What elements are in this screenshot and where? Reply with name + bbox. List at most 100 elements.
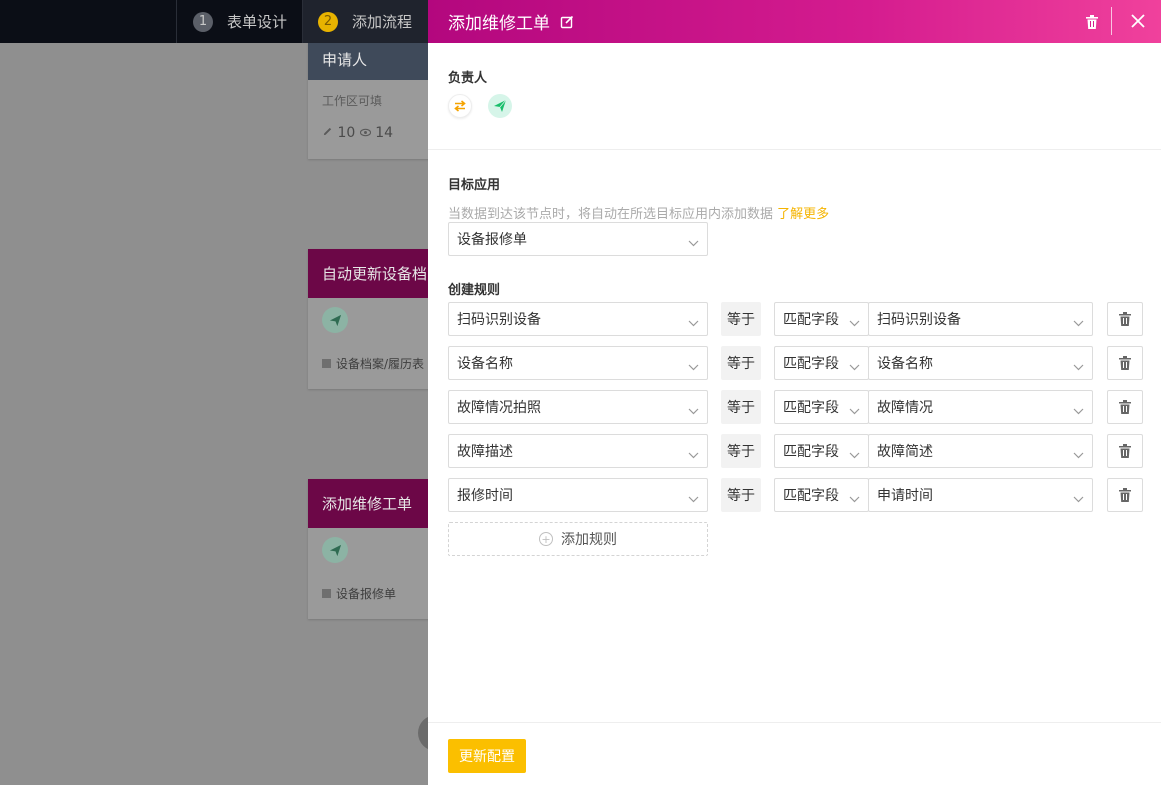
target-app-value: 设备报修单 xyxy=(457,232,527,248)
chevron-down-icon xyxy=(849,491,860,507)
chevron-down-icon xyxy=(1073,403,1084,419)
pencil-icon xyxy=(322,125,337,141)
rule-value-text: 扫码识别设备 xyxy=(877,312,961,328)
drawer-title: 添加维修工单 xyxy=(448,14,550,34)
rule-mode-select[interactable]: 匹配字段 xyxy=(774,434,869,468)
rule-field-value: 故障情况拍照 xyxy=(457,400,541,416)
rule-operator[interactable]: 等于 xyxy=(721,302,761,336)
chevron-down-icon xyxy=(849,447,860,463)
chevron-down-icon xyxy=(1073,359,1084,375)
node-footer-label: 设备报修单 xyxy=(336,587,397,601)
chevron-down-icon xyxy=(849,403,860,419)
rule-field-select[interactable]: 故障情况拍照 xyxy=(448,390,708,424)
rule-operator[interactable]: 等于 xyxy=(721,346,761,380)
chevron-down-icon xyxy=(1073,447,1084,463)
chevron-down-icon xyxy=(688,447,699,463)
rule-mode-value: 匹配字段 xyxy=(783,400,839,416)
node-stats: 10 14 xyxy=(322,125,424,141)
rule-value-select[interactable]: 申请时间 xyxy=(868,478,1093,512)
chevron-down-icon xyxy=(688,315,699,331)
node-title: 自动更新设备档 xyxy=(308,249,438,298)
close-icon[interactable] xyxy=(1130,13,1146,34)
delete-node-icon[interactable] xyxy=(1086,14,1098,34)
drawer-header: 添加维修工单 xyxy=(428,0,1161,43)
delete-rule-button[interactable] xyxy=(1107,346,1143,380)
rules-label: 创建规则 xyxy=(448,283,501,298)
rule-field-value: 故障描述 xyxy=(457,444,513,460)
table-icon xyxy=(322,359,331,368)
config-drawer: 添加维修工单 负责人 目标应用 当数据到达该节点时，将自动在所选目标应用内添加数… xyxy=(428,0,1161,785)
step-label: 表单设计 xyxy=(227,13,288,31)
trash-icon xyxy=(1119,312,1131,326)
target-label: 目标应用 xyxy=(448,178,501,193)
delete-rule-button[interactable] xyxy=(1107,302,1143,336)
edit-title-icon[interactable] xyxy=(560,15,574,29)
step-number: 1 xyxy=(193,11,213,32)
rule-operator[interactable]: 等于 xyxy=(721,478,761,512)
rule-field-select[interactable]: 故障描述 xyxy=(448,434,708,468)
swap-icon[interactable] xyxy=(448,94,472,118)
rule-field-value: 设备名称 xyxy=(457,356,513,372)
trash-icon xyxy=(1119,356,1131,370)
plus-circle-icon: + xyxy=(539,532,553,546)
view-count: 14 xyxy=(375,125,394,141)
rule-mode-select[interactable]: 匹配字段 xyxy=(774,478,869,512)
rule-mode-value: 匹配字段 xyxy=(783,444,839,460)
drawer-footer: 更新配置 xyxy=(428,722,1161,785)
send-icon xyxy=(322,307,348,333)
rule-value-select[interactable]: 设备名称 xyxy=(868,346,1093,380)
rule-field-select[interactable]: 设备名称 xyxy=(448,346,708,380)
trash-icon xyxy=(1119,400,1131,414)
rule-value-text: 故障简述 xyxy=(877,444,933,460)
rule-mode-select[interactable]: 匹配字段 xyxy=(774,390,869,424)
node-auto-update[interactable]: 自动更新设备档 设备档案/履历表 xyxy=(308,249,438,389)
target-app-select[interactable]: 设备报修单 xyxy=(448,222,708,256)
rule-value-select[interactable]: 故障简述 xyxy=(868,434,1093,468)
trash-icon xyxy=(1119,444,1131,458)
delete-rule-button[interactable] xyxy=(1107,434,1143,468)
rule-value-text: 故障情况 xyxy=(877,400,933,416)
add-rule-label: 添加规则 xyxy=(561,532,617,548)
step-number: 2 xyxy=(318,11,338,32)
header-divider xyxy=(1111,7,1112,35)
chevron-down-icon xyxy=(688,235,699,251)
send-icon xyxy=(322,537,348,563)
target-section: 目标应用 当数据到达该节点时，将自动在所选目标应用内添加数据 了解更多 xyxy=(428,150,1161,222)
chevron-down-icon xyxy=(1073,491,1084,507)
target-hint: 当数据到达该节点时，将自动在所选目标应用内添加数据 了解更多 xyxy=(448,203,1141,222)
rule-mode-select[interactable]: 匹配字段 xyxy=(774,346,869,380)
rule-field-select[interactable]: 报修时间 xyxy=(448,478,708,512)
learn-more-link[interactable]: 了解更多 xyxy=(777,207,829,222)
rule-field-value: 报修时间 xyxy=(457,488,513,504)
rule-field-select[interactable]: 扫码识别设备 xyxy=(448,302,708,336)
owner-section: 负责人 xyxy=(428,43,1161,150)
step-form-design[interactable]: 1 表单设计 xyxy=(176,0,302,43)
chevron-down-icon xyxy=(849,359,860,375)
node-footer-label: 设备档案/履历表 xyxy=(335,357,424,371)
node-subtitle: 工作区可填 xyxy=(322,94,383,108)
node-title: 添加维修工单 xyxy=(308,479,438,528)
chevron-down-icon xyxy=(688,403,699,419)
delete-rule-button[interactable] xyxy=(1107,390,1143,424)
node-applicant[interactable]: 申请人 工作区可填 10 14 xyxy=(308,43,438,159)
rule-value-select[interactable]: 扫码识别设备 xyxy=(868,302,1093,336)
node-add-work-order[interactable]: 添加维修工单 设备报修单 xyxy=(308,479,438,619)
update-config-button[interactable]: 更新配置 xyxy=(448,739,526,773)
delete-rule-button[interactable] xyxy=(1107,478,1143,512)
rule-operator[interactable]: 等于 xyxy=(721,390,761,424)
rule-value-select[interactable]: 故障情况 xyxy=(868,390,1093,424)
add-rule-button[interactable]: + 添加规则 xyxy=(448,522,708,556)
rule-mode-select[interactable]: 匹配字段 xyxy=(774,302,869,336)
node-footer: 设备报修单 xyxy=(322,585,424,602)
rule-mode-value: 匹配字段 xyxy=(783,488,839,504)
trash-icon xyxy=(1119,488,1131,502)
rule-operator[interactable]: 等于 xyxy=(721,434,761,468)
step-add-flow[interactable]: 2 添加流程 xyxy=(302,0,428,43)
target-hint-text: 当数据到达该节点时，将自动在所选目标应用内添加数据 xyxy=(448,207,774,222)
send-icon[interactable] xyxy=(488,94,512,118)
node-footer: 设备档案/履历表 xyxy=(322,355,424,372)
rule-mode-value: 匹配字段 xyxy=(783,312,839,328)
rule-mode-value: 匹配字段 xyxy=(783,356,839,372)
eye-icon xyxy=(359,125,375,141)
edit-count: 10 xyxy=(337,125,356,141)
